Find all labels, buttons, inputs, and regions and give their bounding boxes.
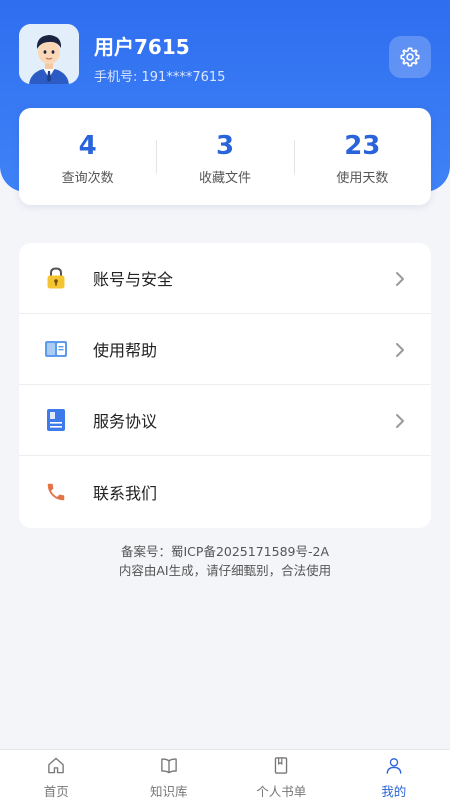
tab-label: 我的 — [381, 784, 407, 799]
chevron-right-icon — [396, 343, 404, 357]
menu-item-account-security[interactable]: 账号与安全 — [19, 243, 431, 314]
avatar-image — [19, 24, 79, 84]
stat-favorites[interactable]: 3 收藏文件 — [156, 108, 293, 205]
menu-item-label: 账号与安全 — [93, 270, 174, 289]
gear-icon — [400, 47, 420, 67]
stat-label: 查询次数 — [61, 171, 114, 186]
bookmark-book-icon — [275, 757, 288, 774]
lock-icon — [44, 266, 68, 290]
avatar[interactable] — [19, 24, 79, 84]
user-icon — [386, 758, 402, 774]
stat-days-used[interactable]: 23 使用天数 — [293, 108, 431, 205]
phone-number: 手机号: 191****7615 — [94, 70, 226, 85]
tab-knowledge-base[interactable]: 知识库 — [113, 750, 226, 800]
stat-label: 使用天数 — [336, 171, 389, 186]
tab-label: 个人书单 — [256, 784, 307, 799]
menu-item-contact-us[interactable]: 联系我们 — [19, 456, 431, 527]
menu-item-help[interactable]: 使用帮助 — [19, 314, 431, 385]
icp-record: 备案号：蜀ICP备2025171589号-2A — [121, 544, 329, 559]
tab-label: 首页 — [43, 784, 69, 799]
tab-reading-list[interactable]: 个人书单 — [225, 750, 338, 800]
stats-card: 4 查询次数 3 收藏文件 23 使用天数 — [19, 108, 431, 205]
stat-label: 收藏文件 — [198, 171, 251, 186]
tab-home[interactable]: 首页 — [0, 750, 113, 800]
book-icon — [44, 337, 68, 361]
tab-label: 知识库 — [149, 784, 188, 799]
menu-item-label: 服务协议 — [93, 412, 158, 431]
chevron-right-icon — [396, 272, 404, 286]
settings-button[interactable] — [389, 36, 431, 78]
open-book-icon — [160, 758, 177, 774]
menu-item-label: 联系我们 — [93, 483, 158, 503]
menu-item-service-agreement[interactable]: 服务协议 — [19, 385, 431, 456]
footer-note: 备案号：蜀ICP备2025171589号-2A 内容由AI生成，请仔细甄别，合法… — [0, 542, 450, 580]
chevron-right-icon — [396, 414, 404, 428]
home-icon — [48, 757, 65, 774]
menu-item-label: 使用帮助 — [93, 341, 158, 360]
stat-value: 4 — [78, 131, 97, 161]
settings-menu: 账号与安全 使用帮助 服务协议 联系我们 — [19, 243, 431, 528]
stat-query-count[interactable]: 4 查询次数 — [19, 108, 156, 205]
bottom-tab-bar: 首页 知识库 个人书单 我的 — [0, 749, 450, 800]
stat-value: 23 — [344, 131, 381, 161]
username: 用户7615 — [94, 35, 190, 59]
document-icon — [44, 408, 68, 432]
phone-icon — [44, 480, 68, 504]
stat-value: 3 — [215, 131, 235, 161]
tab-mine[interactable]: 我的 — [338, 750, 450, 800]
ai-disclaimer: 内容由AI生成，请仔细甄别，合法使用 — [118, 563, 332, 578]
